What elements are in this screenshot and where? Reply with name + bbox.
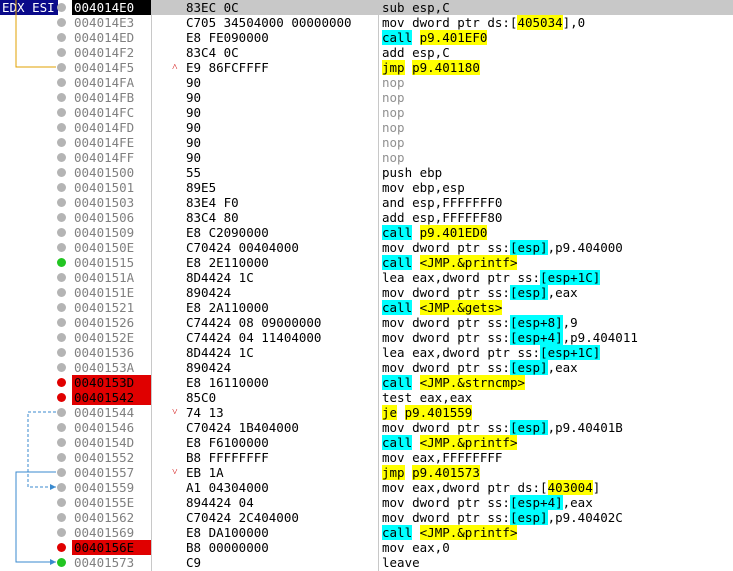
disassembly-view[interactable]: EDX ESI 004014E0 83EC 0C sub esp,C 004014E3 C… <box>0 0 733 571</box>
jump-arrow-head <box>50 484 56 490</box>
jump-arrow-line <box>27 411 56 488</box>
jump-arrow-head <box>50 559 56 565</box>
jump-arrows <box>15 0 56 565</box>
jump-arrow-line <box>15 0 56 68</box>
